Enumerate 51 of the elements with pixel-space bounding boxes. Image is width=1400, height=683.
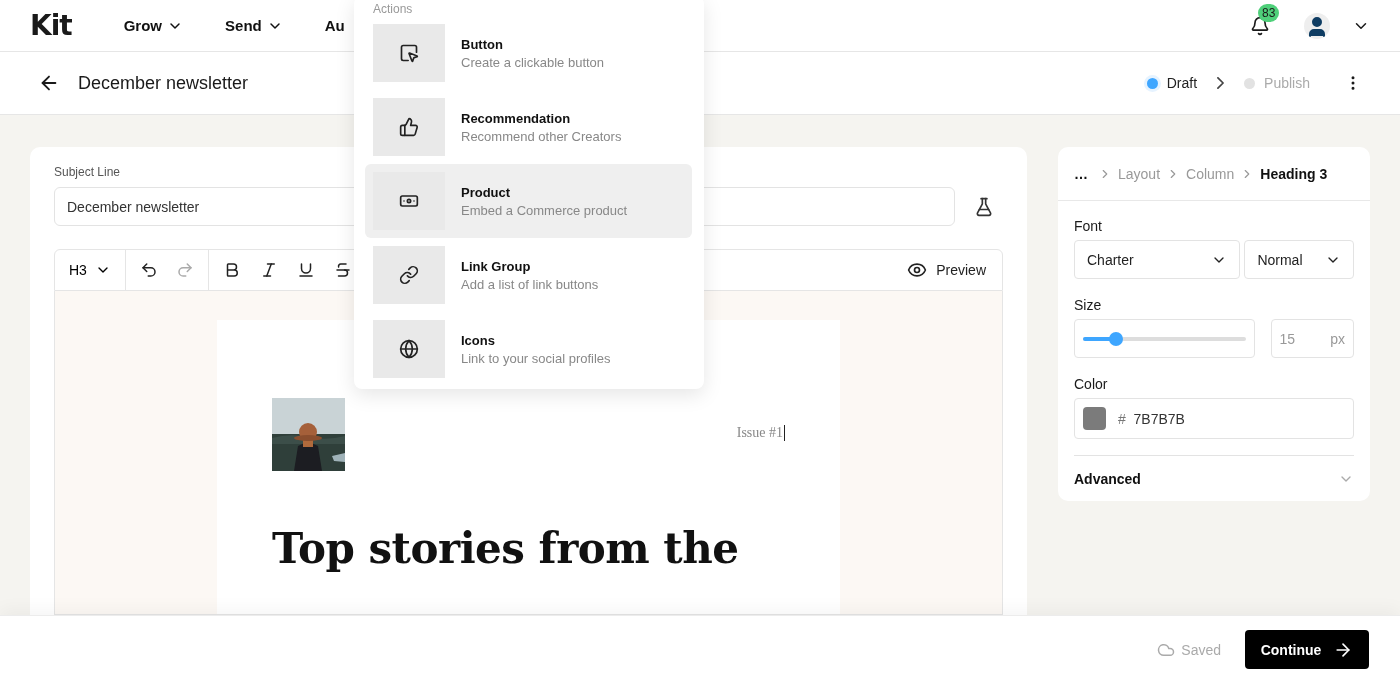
chevron-right-icon [1217, 77, 1225, 89]
field-label: Size [1074, 297, 1103, 313]
heading-select[interactable]: H3 [69, 262, 111, 278]
issue-text: Issue #1 [736, 425, 785, 441]
breadcrumb-more[interactable]: … [1074, 165, 1088, 182]
menu-heading: Actions [372, 1, 414, 16]
thumbs-up-icon [373, 98, 445, 156]
field-label: Color [1074, 376, 1109, 392]
menu-item[interactable]: Product Embed a Commerce product [365, 164, 692, 238]
field-label: Subject Line [54, 165, 122, 179]
size-slider[interactable] [1074, 319, 1255, 358]
email-heading: Top stories from the [272, 523, 740, 575]
item-description: Link to your social profiles [461, 350, 611, 366]
item-title: Icons [461, 332, 496, 348]
advanced-toggle[interactable]: Advanced [1074, 455, 1354, 501]
saved-status: Saved [1181, 641, 1221, 658]
nav-item[interactable]: Au [324, 17, 345, 34]
slider-thumb[interactable] [1108, 331, 1123, 346]
item-description: Recommend other Creators [461, 128, 622, 144]
eye-icon [907, 260, 928, 280]
field-label: Font [1074, 218, 1103, 234]
color-field[interactable]: # 7B7B7B [1074, 398, 1354, 439]
color-swatch[interactable] [1083, 407, 1106, 430]
item-description: Add a list of link buttons [461, 276, 599, 292]
flask-icon[interactable] [974, 196, 994, 217]
item-description: Create a clickable button [461, 54, 605, 70]
preview-button[interactable]: Preview [891, 250, 1002, 290]
item-description: Embed a Commerce product [461, 202, 628, 218]
weight-select[interactable]: Normal [1244, 240, 1354, 279]
globe-icon [373, 320, 445, 378]
logo[interactable]: Kit [30, 9, 72, 42]
continue-button[interactable]: Continue [1245, 630, 1369, 669]
item-title: Button [461, 36, 504, 52]
item-title: Recommendation [461, 110, 572, 126]
pointer-square-icon [373, 24, 445, 82]
item-title: Product [461, 184, 512, 200]
status-step[interactable]: Draft [1146, 75, 1198, 91]
nav-item[interactable]: Grow [123, 17, 184, 34]
underline-icon[interactable] [296, 261, 315, 279]
bell-icon[interactable] [1250, 15, 1270, 36]
nav-item[interactable]: Send [225, 17, 283, 34]
avatar[interactable] [1304, 12, 1330, 39]
link-icon [373, 246, 445, 304]
page-title: December newsletter [78, 72, 249, 94]
strikethrough-icon[interactable] [333, 261, 352, 279]
font-select[interactable]: Charter [1074, 240, 1241, 279]
undo-icon[interactable] [139, 261, 158, 279]
item-title: Link Group [461, 258, 532, 274]
breadcrumb-item[interactable]: Heading 3 [1260, 165, 1328, 182]
notification-badge: 83 [1258, 3, 1280, 22]
banknote-icon [373, 172, 445, 230]
